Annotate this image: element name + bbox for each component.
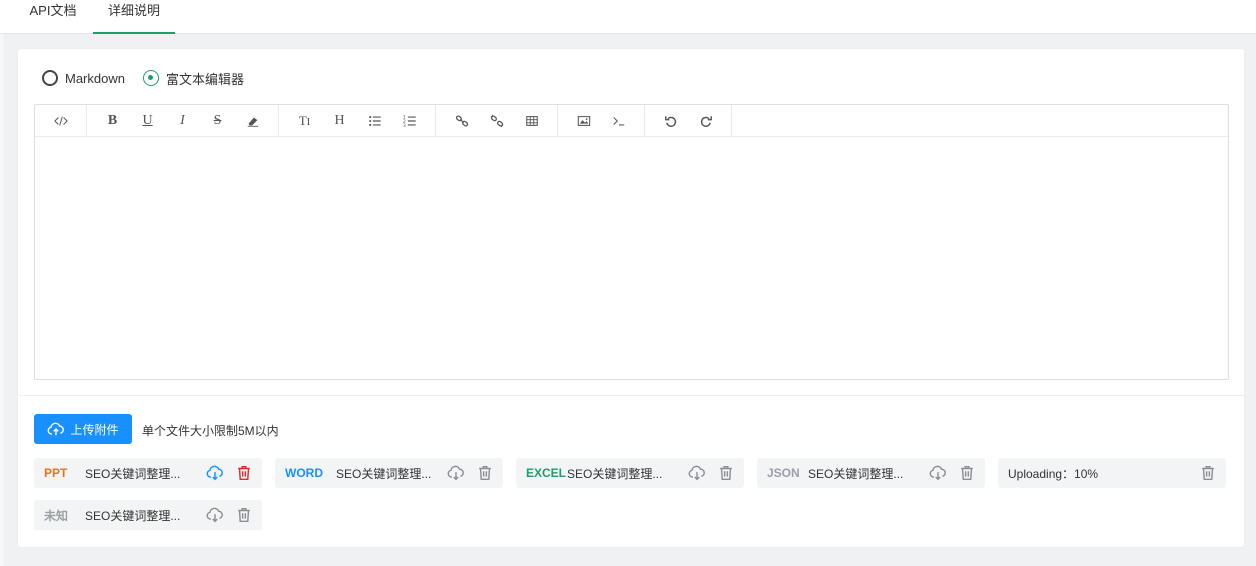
cloud-download-icon[interactable] bbox=[929, 464, 947, 482]
bullet-list-icon[interactable] bbox=[357, 105, 392, 136]
file-type-label: EXCEL bbox=[526, 466, 567, 480]
editor-mode-selector: Markdown 富文本编辑器 bbox=[42, 69, 262, 87]
table-icon[interactable] bbox=[514, 105, 549, 136]
unlink-icon[interactable] bbox=[479, 105, 514, 136]
cloud-download-icon[interactable] bbox=[206, 464, 224, 482]
upload-attachment-button[interactable]: 上传附件 bbox=[34, 414, 132, 444]
upload-progress-text: Uploading：10% bbox=[1008, 466, 1099, 481]
cloud-upload-icon bbox=[48, 422, 65, 436]
font-size-icon[interactable]: TI bbox=[287, 105, 322, 136]
trash-icon[interactable] bbox=[717, 464, 735, 482]
file-type-label: JSON bbox=[767, 466, 800, 480]
redo-icon[interactable] bbox=[688, 105, 723, 136]
tab-bar: API文档 详细说明 bbox=[0, 0, 1256, 34]
trash-icon[interactable] bbox=[235, 464, 253, 482]
upload-button-label: 上传附件 bbox=[70, 422, 119, 437]
radio-markdown-label: Markdown bbox=[65, 70, 125, 86]
cloud-download-icon[interactable] bbox=[688, 464, 706, 482]
trash-icon[interactable] bbox=[476, 464, 494, 482]
tab-details[interactable]: 详细说明 bbox=[93, 0, 175, 34]
file-name: SEO关键词整理... bbox=[85, 466, 181, 481]
file-item: JSON SEO关键词整理... bbox=[757, 458, 985, 488]
underline-icon[interactable]: U bbox=[130, 105, 165, 136]
file-name: SEO关键词整理... bbox=[808, 466, 904, 481]
editor-content-area[interactable] bbox=[35, 137, 1228, 380]
trash-icon[interactable] bbox=[958, 464, 976, 482]
file-type-label: WORD bbox=[285, 466, 323, 480]
cloud-download-icon[interactable] bbox=[447, 464, 465, 482]
editor-toolbar: B U I S TI H 123 bbox=[35, 105, 1228, 137]
bold-icon[interactable]: B bbox=[95, 105, 130, 136]
upload-size-hint: 单个文件大小限制5M以内 bbox=[142, 424, 279, 438]
radio-rich-text[interactable]: 富文本编辑器 bbox=[142, 69, 244, 88]
undo-icon[interactable] bbox=[653, 105, 688, 136]
file-name: SEO关键词整理... bbox=[336, 466, 432, 481]
trash-icon[interactable] bbox=[235, 506, 253, 524]
numbered-list-icon[interactable]: 123 bbox=[392, 105, 427, 136]
file-item: WORD SEO关键词整理... bbox=[275, 458, 503, 488]
radio-rich-text-label: 富文本编辑器 bbox=[165, 71, 244, 87]
cloud-download-icon[interactable] bbox=[206, 506, 224, 524]
radio-markdown-indicator[interactable] bbox=[42, 70, 58, 86]
file-type-label: PPT bbox=[44, 466, 68, 480]
file-item: 未知 SEO关键词整理... bbox=[34, 500, 262, 530]
file-item: PPT SEO关键词整理... bbox=[34, 458, 262, 488]
file-item-uploading: Uploading：10% bbox=[998, 458, 1226, 488]
details-card: Markdown 富文本编辑器 B U I S TI H 1 2 3 上传附件 … bbox=[18, 49, 1244, 547]
radio-rich-text-indicator[interactable] bbox=[142, 70, 159, 86]
left-edge bbox=[0, 34, 5, 566]
link-icon[interactable] bbox=[444, 105, 479, 136]
strikethrough-icon[interactable]: S bbox=[200, 105, 235, 136]
section-divider bbox=[18, 395, 1244, 396]
file-name: SEO关键词整理... bbox=[85, 508, 181, 523]
heading-icon[interactable]: H bbox=[322, 105, 357, 136]
file-type-label: 未知 bbox=[44, 508, 69, 523]
radio-markdown[interactable]: Markdown bbox=[42, 70, 125, 86]
svg-text:3: 3 bbox=[403, 123, 406, 128]
file-item: EXCEL SEO关键词整理... bbox=[516, 458, 744, 488]
image-icon[interactable] bbox=[566, 105, 601, 136]
terminal-icon[interactable] bbox=[601, 105, 636, 136]
tab-api-docs[interactable]: API文档 bbox=[18, 0, 88, 34]
code-view-icon[interactable] bbox=[43, 105, 78, 136]
rich-text-editor: B U I S TI H 123 bbox=[34, 104, 1229, 380]
trash-icon[interactable] bbox=[1199, 464, 1217, 482]
italic-icon[interactable]: I bbox=[165, 105, 200, 136]
eraser-icon[interactable] bbox=[235, 105, 270, 136]
file-name: SEO关键词整理... bbox=[567, 466, 663, 481]
